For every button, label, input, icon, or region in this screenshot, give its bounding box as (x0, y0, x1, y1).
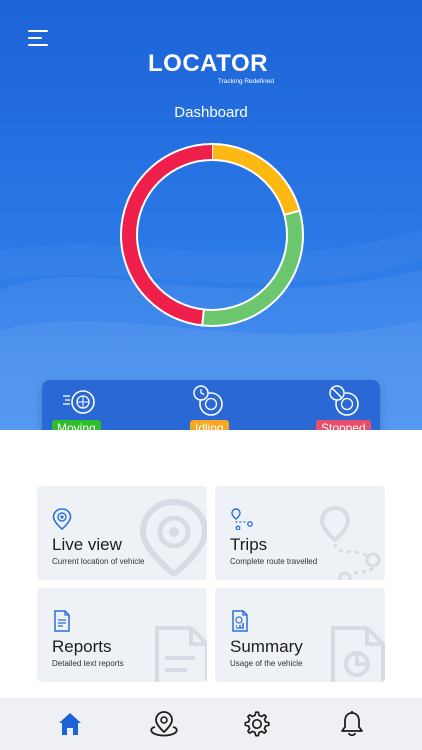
moving-wheel-icon (63, 390, 95, 414)
home-icon[interactable] (56, 710, 84, 738)
card-title: Summary (230, 637, 303, 656)
app-logo: LOCATOR Tracking Redefined (148, 50, 278, 90)
idling-badge: Idling (190, 420, 229, 430)
logo-text: LOCATOR (148, 50, 268, 77)
card-subtitle: Current location of vehicle (52, 557, 145, 566)
stat-stopped[interactable]: Stopped 14 (266, 380, 376, 430)
status-donut-chart (120, 143, 304, 327)
hamburger-menu-icon[interactable] (28, 30, 54, 50)
bell-icon[interactable] (338, 710, 366, 738)
chart-report-icon (232, 610, 248, 632)
document-watermark-icon (155, 626, 207, 682)
summary-card[interactable]: Summary Usage of the vehicle (215, 588, 385, 682)
route-watermark-icon (319, 505, 381, 580)
card-subtitle: Usage of the vehicle (230, 659, 303, 668)
tracking-icon[interactable] (148, 710, 180, 738)
donut-inner-ring (136, 159, 288, 311)
location-pin-icon (52, 508, 72, 530)
route-icon (231, 508, 253, 530)
logo-tagline: Tracking Redefined (217, 78, 274, 85)
card-subtitle: Complete route travelled (230, 557, 318, 566)
hero-header: LOCATOR Tracking Redefined Dashboard Mov… (0, 0, 422, 430)
chart-report-watermark-icon (331, 626, 385, 682)
moving-badge: Moving (52, 420, 101, 430)
stat-idling[interactable]: Idling 6 (156, 380, 266, 430)
bottom-navigation (0, 698, 422, 750)
status-summary-panel: Moving 9 Idling 6 Stopped 14 (42, 380, 380, 430)
stopped-badge: Stopped (316, 420, 371, 430)
donut-outer-ring (120, 143, 304, 327)
card-title: Live view (52, 535, 122, 554)
stopped-wheel-icon (329, 385, 359, 416)
idling-wheel-icon (193, 385, 223, 416)
trips-card[interactable]: Trips Complete route travelled (215, 486, 385, 580)
location-pin-watermark-icon (139, 498, 207, 576)
document-icon (54, 610, 70, 632)
card-subtitle: Detailed text reports (52, 659, 124, 668)
live-view-card[interactable]: Live view Current location of vehicle (37, 486, 207, 580)
page-title: Dashboard (174, 104, 248, 121)
settings-icon[interactable] (243, 710, 271, 738)
card-title: Reports (52, 637, 112, 656)
reports-card[interactable]: Reports Detailed text reports (37, 588, 207, 682)
stat-moving[interactable]: Moving 9 (46, 380, 156, 430)
card-title: Trips (230, 535, 268, 554)
